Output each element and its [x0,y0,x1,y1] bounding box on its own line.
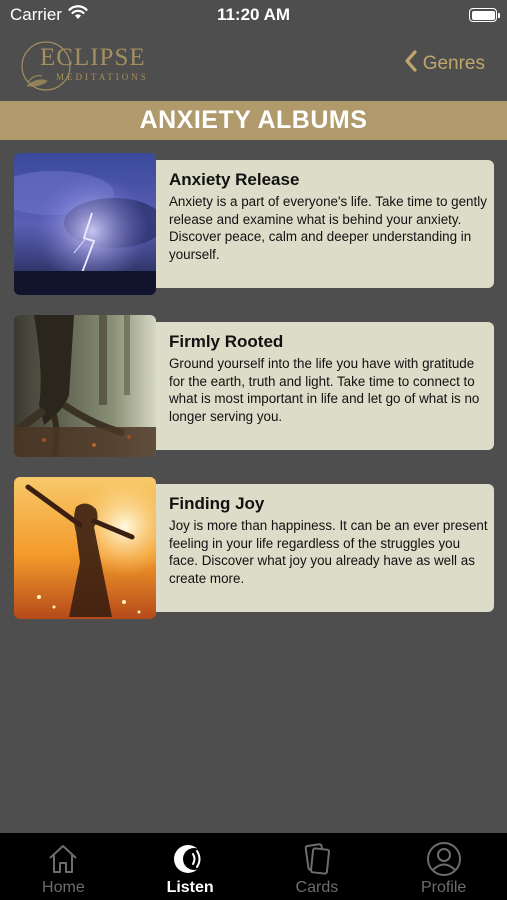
wifi-icon [68,5,88,25]
carrier-label: Carrier [10,5,62,24]
album-title: Finding Joy [169,494,265,513]
album-text: Finding Joy Joy is more than happiness. … [169,494,489,587]
tab-listen[interactable]: Listen [127,833,254,900]
album-thumbnail [14,153,156,295]
back-label: Genres [422,53,485,74]
tab-cards[interactable]: Cards [254,833,381,900]
page-title-banner: ANXIETY ALBUMS [0,101,507,140]
tab-label: Profile [420,879,467,896]
album-description: Ground yourself into the life you have w… [169,356,480,424]
album-text: Firmly Rooted Ground yourself into the l… [169,332,489,425]
tab-label: Cards [295,879,339,896]
cards-icon [304,843,330,875]
album-card-anxiety-release[interactable]: Anxiety Release Anxiety is a part of eve… [14,153,494,295]
tab-label: Listen [166,879,214,896]
tab-profile[interactable]: Profile [380,833,507,900]
logo-title: ECLIPSE [40,44,146,71]
album-card-finding-joy[interactable]: Finding Joy Joy is more than happiness. … [14,477,494,619]
album-description: Joy is more than happiness. It can be an… [169,518,488,586]
page-title: ANXIETY ALBUMS [139,106,368,134]
album-text: Anxiety Release Anxiety is a part of eve… [169,170,489,263]
status-left: Carrier [10,5,88,25]
header: ECLIPSE MEDITATIONS Genres [0,30,507,100]
logo-subtitle: MEDITATIONS [56,72,149,82]
album-card-firmly-rooted[interactable]: Firmly Rooted Ground yourself into the l… [14,315,494,457]
album-title: Firmly Rooted [169,332,284,351]
chevron-left-icon [405,50,417,78]
album-thumbnail [14,477,156,619]
album-title: Anxiety Release [169,170,300,189]
status-bar: Carrier 11:20 AM [0,0,507,30]
listen-icon [174,845,206,873]
album-thumbnail [14,315,156,457]
home-icon [49,845,78,873]
album-description: Anxiety is a part of everyone's life. Ta… [169,194,487,262]
tab-bar: Home Listen Cards Profile [0,833,507,900]
battery-icon [469,8,500,22]
profile-icon [426,842,461,876]
tab-label: Home [42,879,85,896]
back-to-genres-button[interactable]: Genres [405,50,485,78]
tab-home[interactable]: Home [0,833,127,900]
eclipse-logo: ECLIPSE MEDITATIONS [18,36,148,94]
